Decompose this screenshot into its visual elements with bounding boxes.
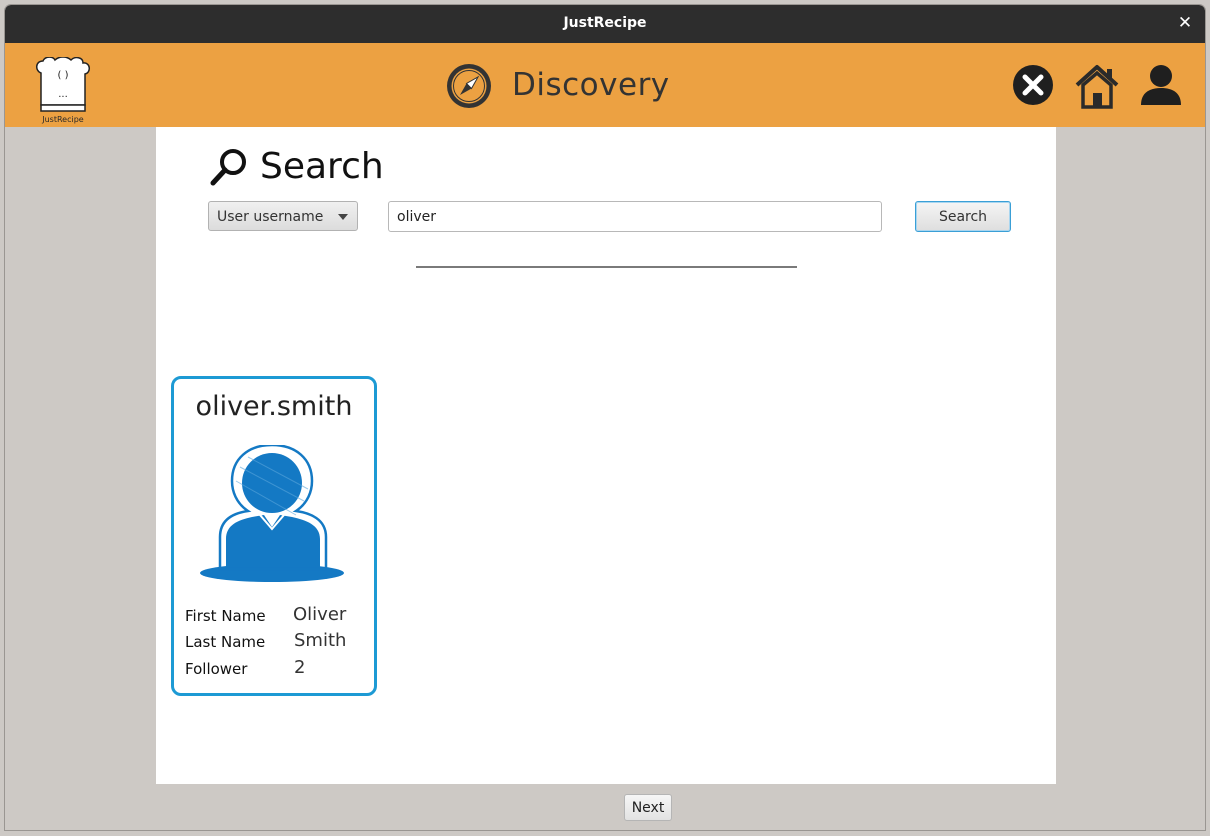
- divider: [416, 266, 797, 268]
- follower-label: Follower: [185, 660, 248, 678]
- user-result-card[interactable]: oliver.smith First Name Oliver Last Name…: [171, 376, 377, 696]
- first-name-value: Oliver: [293, 604, 347, 625]
- search-button[interactable]: Search: [915, 201, 1011, 232]
- last-name-value: Smith: [294, 630, 347, 651]
- follower-count: 2: [294, 657, 306, 678]
- app-header: ( ) ... JustRecipe Discovery: [5, 43, 1205, 127]
- last-name-label: Last Name: [185, 633, 266, 651]
- chef-mouth-glyph: ...: [58, 89, 68, 100]
- first-name-label: First Name: [185, 607, 266, 625]
- chef-face-glyph: ( ): [58, 70, 69, 81]
- compass-icon: [447, 64, 491, 108]
- title-bar: JustRecipe ✕: [5, 5, 1205, 43]
- window-title: JustRecipe: [563, 15, 647, 31]
- home-icon[interactable]: [1074, 63, 1120, 109]
- next-page-button[interactable]: Next: [624, 794, 672, 821]
- window-close-button[interactable]: ✕: [1175, 13, 1195, 33]
- chef-hat-icon: ( ) ...: [36, 56, 90, 112]
- card-username: oliver.smith: [195, 391, 353, 422]
- discovery-panel: Search User username Search oliver.smith…: [156, 127, 1056, 784]
- search-filter-value: User username: [217, 209, 324, 225]
- close-circle-icon[interactable]: [1011, 63, 1055, 107]
- logo-caption: JustRecipe: [42, 115, 84, 124]
- search-input[interactable]: [388, 201, 882, 232]
- justrecipe-logo[interactable]: ( ) ... JustRecipe: [33, 56, 93, 124]
- search-filter-select[interactable]: User username: [208, 201, 358, 231]
- page-title: Discovery: [512, 67, 670, 103]
- app-window: JustRecipe ✕ ( ) ... JustRecipe Discover…: [5, 5, 1205, 830]
- chevron-down-icon: [338, 214, 348, 220]
- user-avatar-icon: [200, 445, 344, 582]
- magnifier-icon: [210, 149, 246, 186]
- user-icon[interactable]: [1139, 63, 1183, 107]
- search-heading: Search: [260, 146, 384, 187]
